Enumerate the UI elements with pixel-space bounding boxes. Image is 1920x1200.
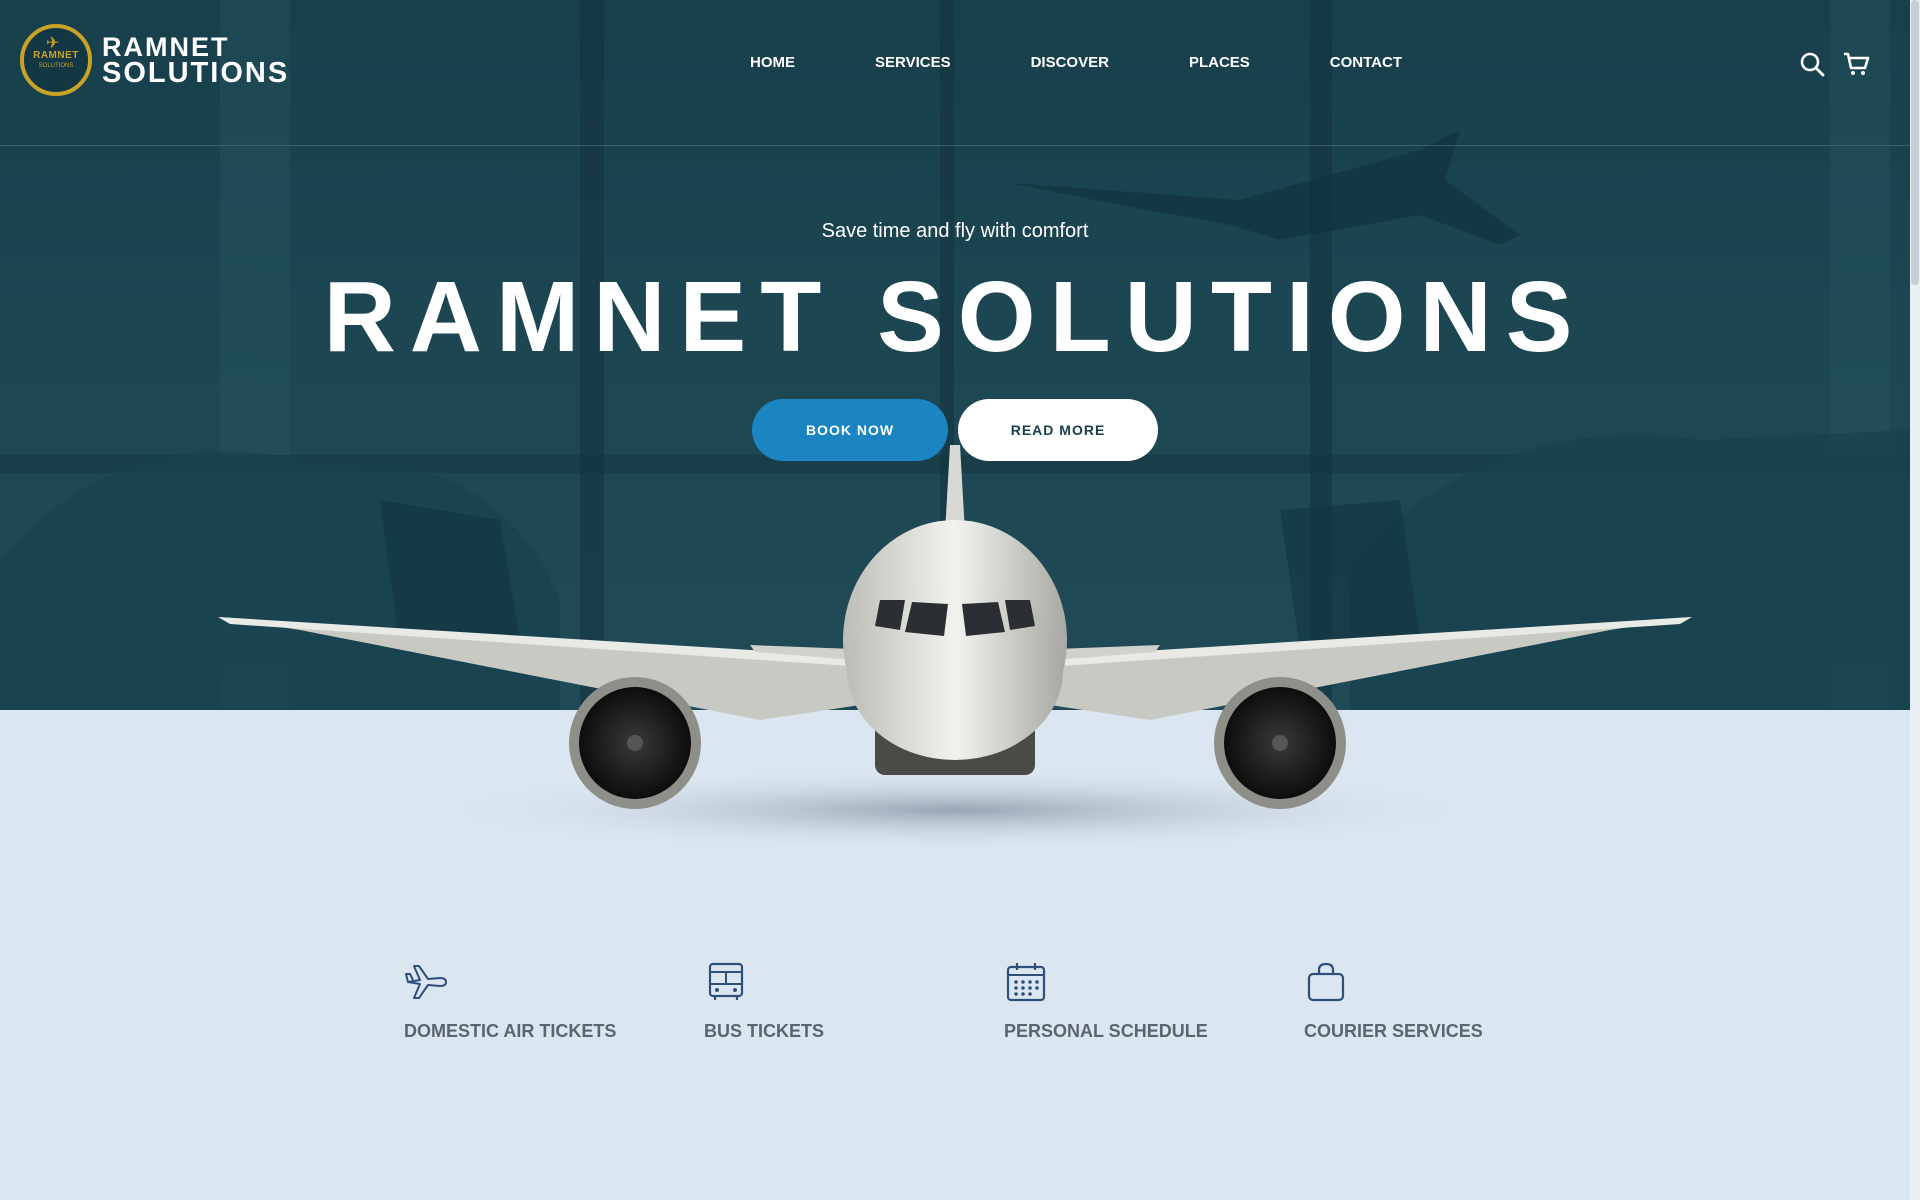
logo-badge-subtext: SOLUTIONS — [38, 63, 74, 69]
logo-badge: ✈ RAMNET SOLUTIONS — [20, 24, 92, 96]
bag-icon — [1304, 960, 1348, 1004]
logo-badge-text: RAMNET — [33, 50, 79, 61]
nav-places[interactable]: PLACES — [1189, 54, 1250, 71]
service-label: DOMESTIC AIR TICKETS — [404, 1021, 617, 1041]
logo-wordmark: RAMNET SOLUTIONS — [102, 34, 290, 89]
service-personal-schedule[interactable]: PERSONAL SCHEDULE — [1004, 960, 1224, 1045]
service-label: BUS TICKETS — [704, 1021, 825, 1041]
main-nav: HOME SERVICES DISCOVER PLACES CONTACT — [750, 54, 1482, 71]
service-domestic-air[interactable]: DOMESTIC AIR TICKETS — [404, 960, 624, 1045]
scrollbar-thumb[interactable] — [1911, 0, 1919, 285]
service-label: COURIER SERVICES — [1304, 1021, 1483, 1041]
hero-tagline: Save time and fly with comfort — [821, 220, 1089, 242]
cart-icon[interactable] — [1842, 50, 1870, 78]
hero-title: RAMNET SOLUTIONS — [323, 261, 1587, 373]
service-label: PERSONAL SCHEDULE — [1004, 1021, 1208, 1041]
logo-line-2: SOLUTIONS — [102, 57, 290, 89]
logo-plane-icon: ✈ — [46, 35, 60, 52]
header-divider — [0, 145, 1910, 146]
nav-services[interactable]: SERVICES — [875, 54, 951, 71]
calendar-icon — [1004, 960, 1048, 1004]
service-bus-tickets[interactable]: BUS TICKETS — [704, 960, 924, 1045]
search-icon[interactable] — [1798, 50, 1826, 78]
brand-logo[interactable]: ✈ RAMNET SOLUTIONS RAMNET SOLUTIONS — [20, 24, 289, 96]
header-actions — [1798, 50, 1870, 78]
page-scrollbar[interactable] — [1910, 0, 1920, 1200]
service-courier[interactable]: COURIER SERVICES — [1304, 960, 1524, 1045]
bus-icon — [704, 960, 748, 1004]
airplane-illustration — [218, 445, 1692, 852]
nav-discover[interactable]: DISCOVER — [1031, 54, 1109, 71]
nav-home[interactable]: HOME — [750, 54, 795, 71]
airplane-icon — [404, 960, 448, 1004]
nav-contact[interactable]: CONTACT — [1330, 54, 1402, 71]
